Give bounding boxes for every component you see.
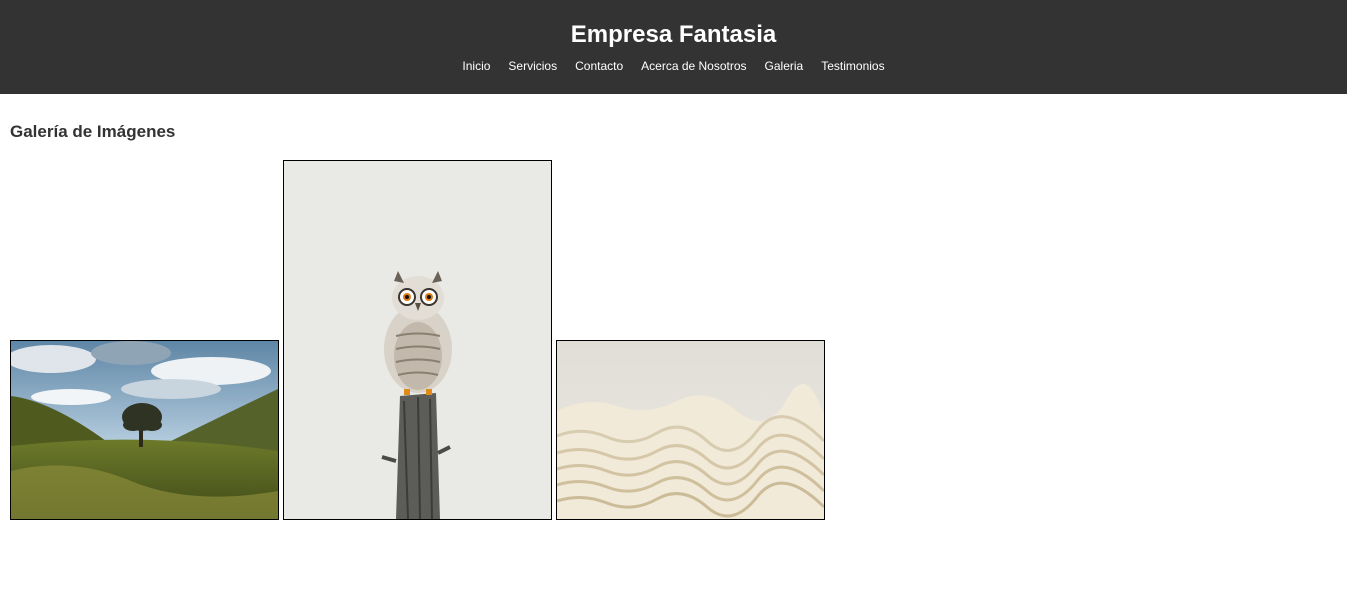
owl-image xyxy=(284,161,551,519)
site-header: Empresa Fantasia Inicio Servicios Contac… xyxy=(0,0,1347,94)
landscape-tree-image xyxy=(11,341,278,519)
fabric-photo[interactable] xyxy=(556,340,825,520)
owl-photo[interactable] xyxy=(283,160,552,520)
nav-link-testimonios[interactable]: Testimonios xyxy=(821,59,884,73)
nav-link-acerca[interactable]: Acerca de Nosotros xyxy=(641,59,746,73)
nav-link-contacto[interactable]: Contacto xyxy=(575,59,623,73)
site-title: Empresa Fantasia xyxy=(570,21,777,48)
main-nav: Inicio Servicios Contacto Acerca de Noso… xyxy=(0,59,1347,73)
gallery-title: Galería de Imágenes xyxy=(10,122,176,141)
fabric-image xyxy=(557,341,824,519)
nav-link-inicio[interactable]: Inicio xyxy=(462,59,490,73)
nav-link-servicios[interactable]: Servicios xyxy=(508,59,557,73)
image-gallery xyxy=(10,160,825,520)
landscape-tree-photo[interactable] xyxy=(10,340,279,520)
nav-link-galeria[interactable]: Galeria xyxy=(765,59,804,73)
